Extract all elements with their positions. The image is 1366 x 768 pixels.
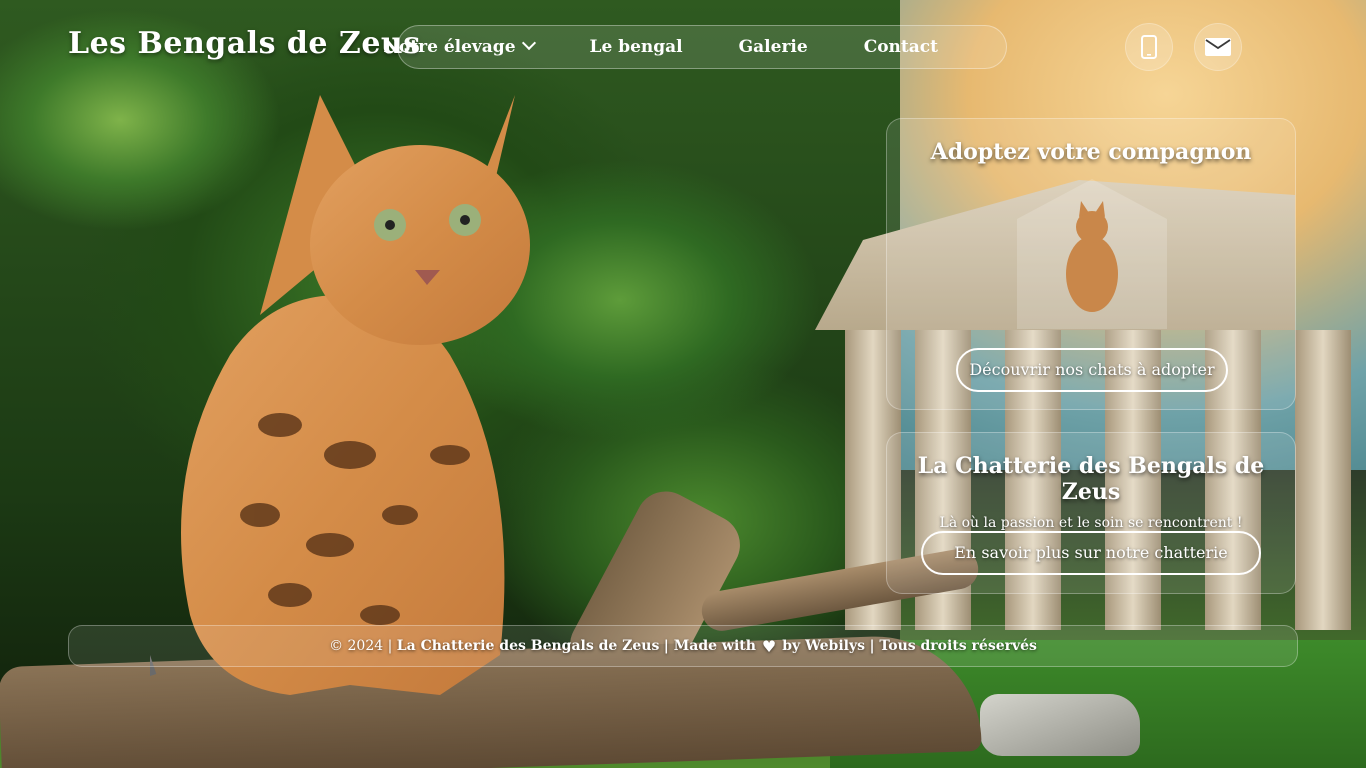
about-card: La Chatterie des Bengals de Zeus Là où l… [886,432,1296,594]
adopt-cat-thumbnail [1017,179,1167,329]
footer-brand[interactable]: La Chatterie des Bengals de Zeus [397,638,660,654]
footer: © 2024 | La Chatterie des Bengals de Zeu… [68,625,1298,667]
chevron-down-icon [521,35,536,51]
adopt-card: Adoptez votre compagnon Découvrir nos ch… [886,118,1296,410]
nav-item-contact[interactable]: Contact [864,37,938,57]
envelope-icon [1205,38,1231,56]
adopt-cats-button[interactable]: Découvrir nos chats à adopter [956,348,1228,392]
bengal-cat-image [150,95,530,695]
phone-button[interactable] [1125,23,1173,71]
email-button[interactable] [1194,23,1242,71]
about-cattery-button[interactable]: En savoir plus sur notre chatterie [921,531,1261,575]
rock [980,694,1140,756]
heart-icon: ♥ [761,636,777,656]
about-card-title: La Chatterie des Bengals de Zeus [917,453,1265,505]
nav-item-elevage[interactable]: Notre élevage [383,35,536,57]
nav-item-galerie[interactable]: Galerie [739,37,808,57]
main-nav: Notre élevage Le bengal Galerie Contact [383,25,1007,69]
phone-icon [1141,35,1157,59]
adopt-card-title: Adoptez votre compagnon [930,139,1252,165]
about-card-subtitle: Là où la passion et le soin se rencontre… [939,515,1243,531]
nav-item-bengal[interactable]: Le bengal [590,37,683,57]
site-logo[interactable]: Les Bengals de Zeus [68,26,421,61]
footer-author-link[interactable]: by Webilys [782,638,865,654]
